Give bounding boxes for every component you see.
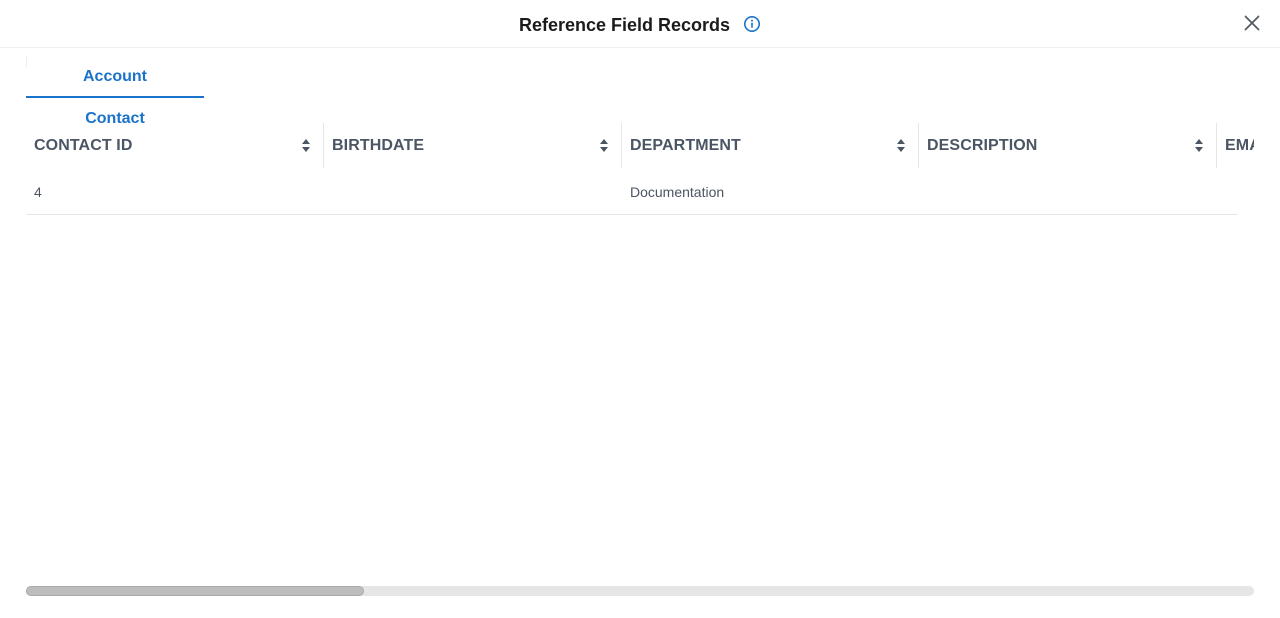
- cell-department: Documentation: [630, 184, 725, 200]
- tab-bar: Account Contact: [26, 56, 204, 127]
- dialog-title: Reference Field Records: [518, 15, 731, 36]
- cell-email: [1217, 170, 1247, 214]
- table-row[interactable]: 4 Documentation: [26, 170, 1238, 215]
- sort-icon[interactable]: [302, 139, 310, 152]
- sort-icon[interactable]: [600, 139, 608, 152]
- sort-icon[interactable]: [897, 139, 905, 152]
- cell-birthdate: [324, 170, 622, 214]
- grid-header: CONTACT ID BIRTHDATE DEPARTMENT DESCRIPT…: [26, 121, 1254, 170]
- tab-divider: [26, 56, 27, 68]
- column-header-label: EMA: [1225, 137, 1254, 154]
- dialog-header: Reference Field Records: [0, 0, 1280, 48]
- sort-icon[interactable]: [1195, 139, 1203, 152]
- column-header-label: BIRTHDATE: [332, 137, 425, 154]
- close-button[interactable]: [1242, 13, 1262, 33]
- cell-contact-id: 4: [34, 184, 42, 200]
- close-icon: [1244, 15, 1260, 31]
- column-header-description[interactable]: DESCRIPTION: [919, 121, 1217, 170]
- column-header-contact-id[interactable]: CONTACT ID: [26, 121, 324, 170]
- scrollbar-thumb[interactable]: [26, 586, 364, 596]
- dialog-title-wrap: Reference Field Records: [0, 12, 1280, 37]
- info-circle-icon[interactable]: [743, 15, 761, 33]
- column-header-email[interactable]: EMA: [1217, 121, 1254, 170]
- cell-description: [919, 170, 1217, 214]
- column-header-label: CONTACT ID: [34, 137, 133, 154]
- horizontal-scrollbar[interactable]: [26, 586, 1254, 596]
- column-header-birthdate[interactable]: BIRTHDATE: [324, 121, 622, 170]
- records-grid: CONTACT ID BIRTHDATE DEPARTMENT DESCRIPT…: [26, 121, 1254, 215]
- tab-account-contact[interactable]: Account Contact: [26, 56, 204, 127]
- reference-field-records-dialog: Reference Field Records Account Contact …: [0, 0, 1280, 618]
- column-header-label: DESCRIPTION: [927, 137, 1038, 154]
- column-header-label: DEPARTMENT: [630, 137, 741, 154]
- column-header-department[interactable]: DEPARTMENT: [622, 121, 919, 170]
